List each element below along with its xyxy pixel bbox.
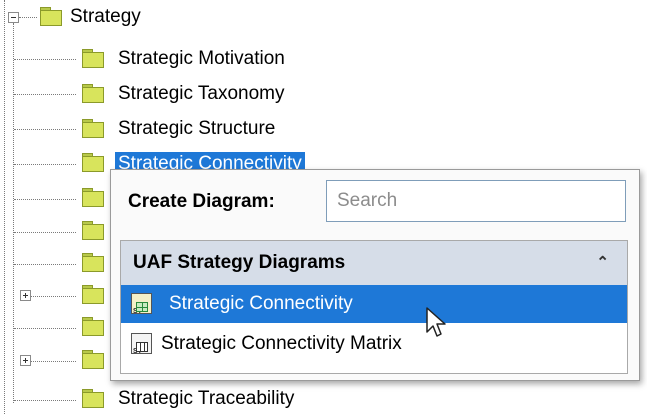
tree-connector xyxy=(14,94,76,95)
folder-icon xyxy=(82,285,104,304)
strategic-connectivity-diagram-icon: ST xyxy=(131,293,152,315)
tree-connector xyxy=(14,264,76,265)
folder-icon xyxy=(82,221,104,240)
list-item-label: Strategic Connectivity Matrix xyxy=(161,333,402,354)
create-diagram-label: Create Diagram: xyxy=(128,191,275,212)
tree-connector xyxy=(14,164,76,165)
folder-icon xyxy=(82,84,104,103)
collapse-toggle[interactable] xyxy=(8,12,19,23)
folder-icon xyxy=(82,49,104,68)
list-item-strategic-connectivity-matrix[interactable]: ST Strategic Connectivity Matrix xyxy=(121,325,627,363)
tree-connector xyxy=(31,296,76,297)
expand-toggle[interactable] xyxy=(20,355,31,366)
folder-icon xyxy=(82,153,104,172)
folder-icon xyxy=(82,317,104,336)
folder-icon xyxy=(82,188,104,207)
group-title: UAF Strategy Diagrams xyxy=(133,252,346,273)
tree-connector xyxy=(14,400,76,401)
tree-connector xyxy=(19,17,37,18)
group-header[interactable]: UAF Strategy Diagrams ⌃ xyxy=(121,241,627,285)
tree-node[interactable]: Strategic Taxonomy xyxy=(118,82,285,106)
list-item-label: Strategic Connectivity xyxy=(169,293,353,314)
strategic-connectivity-matrix-icon: ST xyxy=(131,333,152,355)
mouse-pointer-icon xyxy=(426,307,446,337)
search-input[interactable] xyxy=(326,180,626,222)
collapse-chevron-icon[interactable]: ⌃ xyxy=(596,241,609,285)
folder-icon xyxy=(40,7,62,26)
tree-connector xyxy=(14,328,76,329)
tree-node[interactable]: Strategic Structure xyxy=(118,117,275,141)
tree-connector xyxy=(14,232,76,233)
tree-guide-line xyxy=(13,23,14,403)
diagram-type-list: UAF Strategy Diagrams ⌃ ST Strategic Con… xyxy=(120,240,628,374)
tree-connector xyxy=(14,129,76,130)
tree-connector xyxy=(14,199,76,200)
folder-icon xyxy=(82,253,104,272)
expand-toggle[interactable] xyxy=(20,290,31,301)
tree-connector xyxy=(31,361,76,362)
folder-icon xyxy=(82,119,104,138)
tree-guide-line xyxy=(4,0,5,414)
create-diagram-popup: Create Diagram: UAF Strategy Diagrams ⌃ … xyxy=(110,169,640,381)
tree-connector xyxy=(14,59,76,60)
tree-node[interactable]: Strategic Motivation xyxy=(118,47,285,71)
folder-icon xyxy=(82,389,104,408)
tree-node[interactable]: Strategic Traceability xyxy=(118,387,294,411)
folder-icon xyxy=(82,350,104,369)
list-item-strategic-connectivity[interactable]: ST Strategic Connectivity xyxy=(121,285,627,323)
tree-node-strategy[interactable]: Strategy xyxy=(70,5,141,29)
